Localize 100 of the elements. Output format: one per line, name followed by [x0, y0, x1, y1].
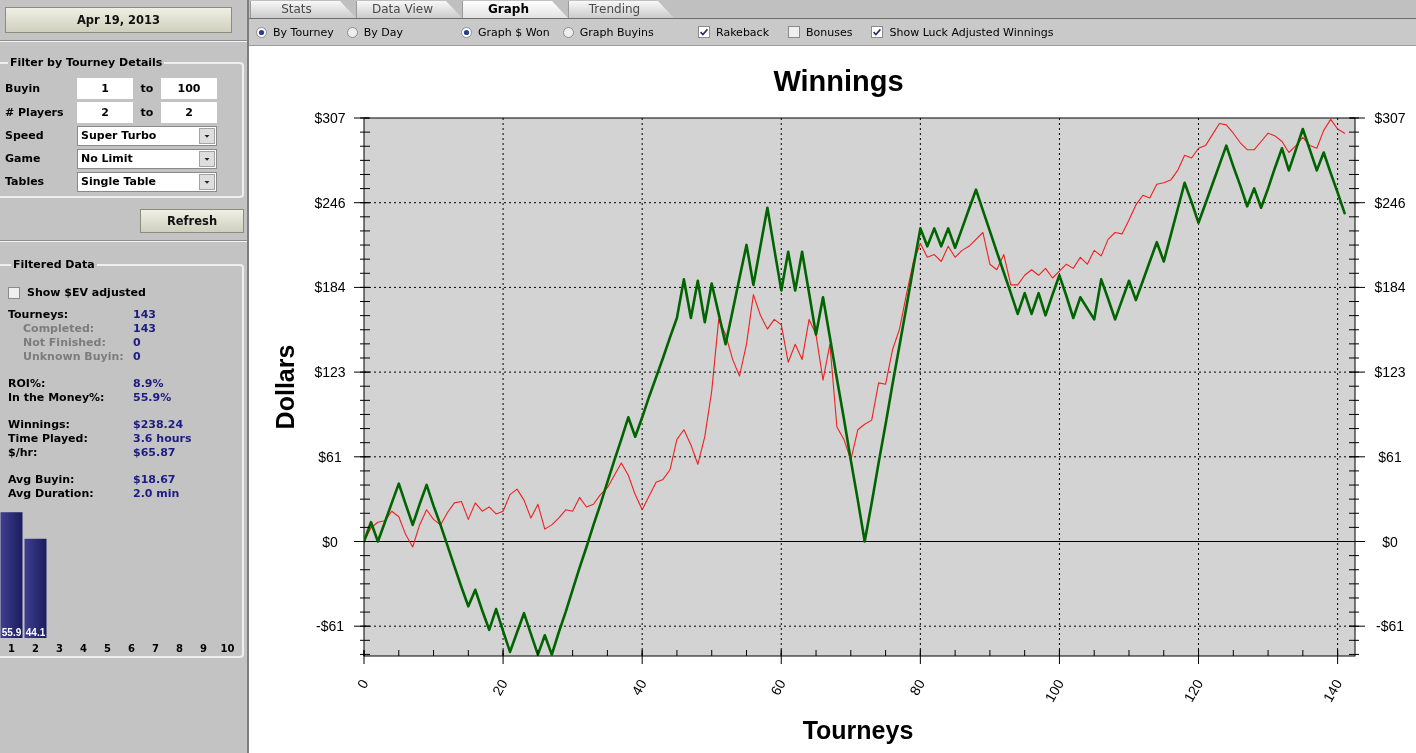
- stat-label: ROI%:: [8, 376, 46, 391]
- stat-label: Unknown Buyin:: [23, 349, 124, 364]
- dropdown-field[interactable]: No Limit: [77, 149, 217, 169]
- date-button[interactable]: Apr 19, 2013: [5, 7, 232, 33]
- radio-icon[interactable]: [461, 26, 472, 38]
- field-label: Speed: [5, 129, 44, 143]
- tab[interactable]: Graph: [462, 1, 568, 18]
- stat-value: 0: [133, 335, 141, 350]
- axis-tick-label: $184: [314, 279, 346, 296]
- axis-tick-label: 60: [767, 676, 789, 698]
- stat-label: Avg Buyin:: [8, 472, 75, 487]
- axis-tick-label: 9: [200, 642, 207, 654]
- axis-tick-label: 8: [176, 642, 183, 654]
- checkbox-icon[interactable]: [698, 26, 710, 38]
- axis-tick-label: $0: [1382, 533, 1398, 550]
- checkbox-option[interactable]: Rakeback: [698, 25, 770, 39]
- axis-tick-label: $61: [1378, 448, 1402, 465]
- axis-tick-label: 2: [32, 642, 39, 654]
- checkbox-icon[interactable]: [871, 26, 884, 38]
- radio-icon[interactable]: [346, 26, 358, 38]
- axis-title: Tourneys: [802, 716, 914, 744]
- chart-title: Winnings: [773, 65, 904, 97]
- axis-tick-label: $123: [1374, 364, 1406, 381]
- stat-value: $238.24: [133, 417, 184, 432]
- stat-value: 0: [133, 349, 141, 364]
- field-label: Tables: [5, 175, 45, 189]
- axis-tick-label: $246: [314, 194, 346, 211]
- checkbox-icon[interactable]: [788, 26, 801, 38]
- checkbox-icon[interactable]: [8, 286, 20, 299]
- radio-option[interactable]: By Tourney: [256, 25, 334, 39]
- tab[interactable]: Trending: [568, 1, 674, 18]
- axis-tick-label: 4: [80, 642, 87, 654]
- stat-label: $/hr:: [8, 445, 38, 460]
- tab[interactable]: Data View: [356, 1, 462, 18]
- section-title: Filter by Tourney Details: [9, 57, 164, 69]
- stat-label: Avg Duration:: [8, 486, 94, 501]
- axis-tick-label: $307: [314, 110, 346, 126]
- stat-label: Tourneys:: [8, 307, 69, 322]
- range-label: to: [140, 81, 154, 96]
- radio-icon[interactable]: [256, 26, 267, 38]
- stat-label: In the Money%:: [8, 390, 105, 405]
- axis-tick-label: 20: [489, 676, 511, 698]
- checkbox-option[interactable]: Bonuses: [788, 25, 853, 39]
- axis-tick-label: 0: [353, 676, 372, 692]
- field-label: # Players: [5, 105, 64, 120]
- axis-tick-label: 10: [220, 642, 235, 654]
- axis-tick-label: 80: [906, 676, 928, 698]
- bar-value-label: 55.9: [1, 626, 22, 638]
- stat-value: $65.87: [133, 445, 176, 460]
- input-field[interactable]: 2: [161, 102, 217, 123]
- input-field[interactable]: 1: [77, 78, 133, 99]
- stat-value: 143: [133, 307, 156, 322]
- input-field[interactable]: 2: [77, 102, 133, 123]
- tab[interactable]: Stats: [250, 1, 356, 18]
- refresh-button[interactable]: Refresh: [140, 209, 244, 233]
- axis-tick-label: 7: [152, 642, 159, 654]
- axis-tick-label: $307: [1374, 110, 1406, 126]
- radio-option[interactable]: Graph Buyins: [562, 25, 654, 39]
- stat-value: 143: [133, 321, 156, 336]
- stat-value: 55.9%: [133, 390, 172, 405]
- radio-option[interactable]: Graph $ Won: [461, 25, 550, 39]
- axis-tick-label: -$61: [1376, 618, 1404, 635]
- axis-tick-label: $246: [1374, 194, 1406, 211]
- radio-option[interactable]: By Day: [346, 25, 403, 39]
- field-label: Game: [5, 152, 41, 166]
- stat-value: 8.9%: [133, 376, 164, 391]
- axis-tick-label: $61: [318, 448, 342, 465]
- checkbox-option[interactable]: Show Luck Adjusted Winnings: [871, 25, 1054, 39]
- dropdown-caret-icon[interactable]: [199, 128, 215, 144]
- axis-tick-label: 120: [1180, 676, 1207, 705]
- axis-tick-label: 3: [56, 642, 63, 654]
- stat-label: Completed:: [23, 321, 95, 336]
- dropdown-caret-icon[interactable]: [199, 151, 215, 167]
- axis-tick-label: 1: [8, 642, 15, 654]
- dropdown-caret-icon[interactable]: [199, 174, 215, 190]
- checkbox-option[interactable]: Show $EV adjusted: [8, 286, 146, 299]
- axis-tick-label: $123: [314, 364, 346, 381]
- axis-tick-label: $0: [322, 533, 338, 550]
- stat-value: $18.67: [133, 472, 176, 487]
- axis-tick-label: -$61: [316, 618, 344, 635]
- dropdown-field[interactable]: Super Turbo: [77, 126, 217, 146]
- axis-tick-label: 100: [1041, 676, 1068, 705]
- stat-label: Winnings:: [8, 417, 70, 432]
- axis-tick-label: 140: [1319, 676, 1346, 705]
- stat-value: 3.6 hours: [133, 431, 192, 446]
- stat-value: 2.0 min: [133, 486, 180, 501]
- input-field[interactable]: 100: [161, 78, 217, 99]
- axis-tick-label: 5: [104, 642, 111, 654]
- axis-tick-label: $184: [1374, 279, 1406, 296]
- stat-label: Time Played:: [8, 431, 88, 446]
- dropdown-field[interactable]: Single Table: [77, 172, 217, 192]
- field-label: Buyin: [5, 81, 40, 96]
- range-label: to: [140, 105, 154, 120]
- axis-tick-label: 6: [128, 642, 135, 654]
- bar-value-label: 44.1: [25, 626, 46, 638]
- axis-title: Dollars: [271, 344, 299, 430]
- radio-icon[interactable]: [562, 26, 574, 38]
- axis-tick-label: 40: [628, 676, 650, 698]
- section-title: Filtered Data: [12, 259, 96, 271]
- stat-label: Not Finished:: [23, 335, 106, 350]
